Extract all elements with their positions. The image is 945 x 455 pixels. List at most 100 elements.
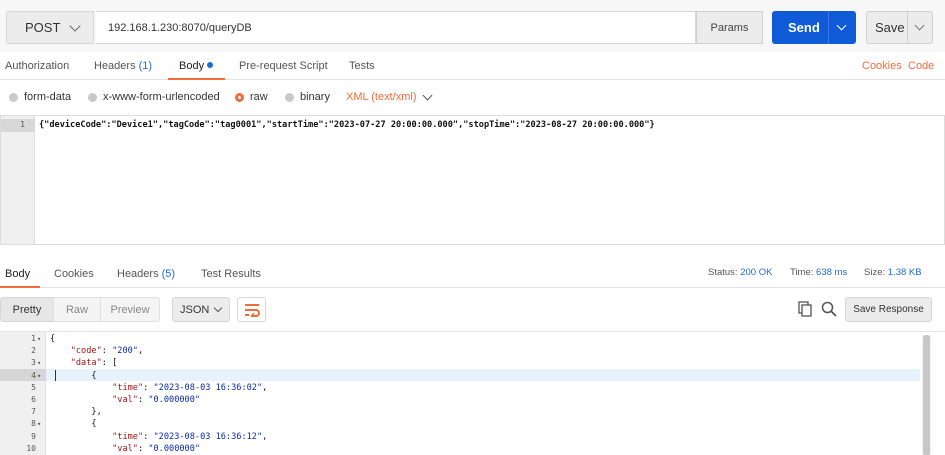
fold-toggle-icon[interactable]: ▾ (37, 418, 41, 430)
code-text: "val": "0.000000" (112, 395, 201, 405)
tab-pre-request-script[interactable]: Pre-request Script (239, 60, 328, 72)
time-value: 638 ms (816, 267, 848, 278)
line-number: 1 (20, 120, 25, 129)
scrollbar-thumb[interactable] (923, 335, 930, 455)
line-number: 2 (31, 346, 36, 356)
tab-body[interactable]: Body (179, 60, 214, 72)
fold-toggle-icon[interactable]: ▾ (37, 370, 41, 382)
response-body-viewer[interactable]: 1 ▾{2 "code": "200", 3 ▾ "data": [4 ▾ {5 "ti… (0, 331, 945, 455)
json-key: "code" (70, 346, 102, 357)
request-body-text[interactable]: {"deviceCode":"Device1","tagCode":"tag00… (39, 119, 655, 132)
tab-authorization[interactable]: Authorization (5, 60, 69, 72)
search-button[interactable] (820, 300, 838, 318)
tab-test-results[interactable]: Test Results (201, 268, 261, 280)
chevron-down-icon (69, 20, 81, 32)
radio-circle-icon (88, 92, 97, 102)
active-tab-indicator (0, 286, 40, 288)
send-divider (828, 11, 829, 44)
fold-toggle-icon[interactable]: ▾ (37, 357, 41, 369)
line-number: 7 (31, 407, 36, 417)
search-icon (821, 301, 837, 317)
body-format-select[interactable]: XML (text/xml) (346, 91, 417, 103)
json-key: "data" (70, 358, 102, 369)
radio-circle-icon (9, 92, 18, 102)
method-label: POST (25, 20, 61, 35)
code-text: "val": "0.000000" (112, 443, 201, 454)
json-key: "time" (112, 431, 144, 442)
radio-label: x-www-form-urlencoded (103, 91, 220, 103)
fold-toggle-icon[interactable]: ▾ (37, 333, 41, 345)
json-value: "2023-08-03 16:36:12", (153, 431, 268, 442)
params-button[interactable]: Params (696, 11, 763, 44)
radio-label: raw (250, 91, 268, 103)
chevron-down-icon[interactable] (914, 20, 925, 31)
code-text: "time": "2023-08-03 16:36:02", (112, 382, 268, 393)
time-label: Time: (790, 267, 814, 278)
response-tabs: Body Cookies Headers (5) Test Results St… (0, 262, 945, 288)
json-value: "0.000000" (148, 443, 201, 454)
tab-body-label: Body (179, 60, 205, 72)
radio-label: form-data (24, 91, 72, 103)
params-label: Params (710, 21, 749, 34)
active-line-highlight (0, 369, 920, 381)
tab-response-cookies[interactable]: Cookies (54, 268, 94, 280)
cookies-link[interactable]: Cookies (862, 60, 902, 72)
json-value: "0.000000" (148, 395, 201, 405)
copy-icon (798, 301, 812, 317)
chevron-down-icon (213, 303, 223, 313)
copy-button[interactable] (796, 300, 814, 318)
json-value: "200", (112, 346, 144, 357)
status-info: Status: 200 OK (708, 267, 772, 278)
json-key: "val" (112, 443, 138, 454)
wrap-lines-icon (244, 303, 260, 317)
save-response-button[interactable]: Save Response (845, 297, 932, 322)
response-format-label: JSON (180, 303, 210, 316)
chevron-down-icon[interactable] (422, 90, 433, 101)
code-text: "time": "2023-08-03 16:36:12", (112, 431, 268, 442)
url-input[interactable]: 192.168.1.230:8070/queryDB (96, 11, 696, 44)
save-divider (907, 12, 908, 43)
json-key: "val" (112, 395, 138, 405)
code-text: "data": [ (70, 358, 118, 369)
request-bar: POST 192.168.1.230:8070/queryDB Params S… (0, 0, 945, 52)
radio-raw[interactable]: raw (235, 91, 268, 103)
tab-response-headers[interactable]: Headers (5) (117, 268, 175, 280)
size-value: 1.38 KB (887, 267, 922, 278)
code-text: "code": "200", (70, 346, 144, 357)
tab-response-headers-label: Headers (117, 268, 159, 280)
tab-headers[interactable]: Headers (1) (94, 60, 152, 72)
headers-count-badge: (5) (161, 268, 176, 280)
send-button[interactable]: Send (772, 11, 856, 44)
tab-response-body[interactable]: Body (5, 268, 30, 280)
line-number: 10 (26, 443, 36, 453)
line-number: 5 (31, 382, 36, 392)
radio-selected-icon (235, 92, 244, 102)
active-tab-indicator (168, 78, 225, 80)
response-toolbar: Pretty Raw Preview JSON Save Response (0, 295, 945, 325)
status-label: Status: (708, 267, 738, 278)
save-label: Save (875, 20, 905, 35)
code-link[interactable]: Code (908, 60, 934, 72)
raw-button[interactable]: Raw (53, 297, 101, 322)
pretty-button[interactable]: Pretty (0, 297, 54, 322)
save-button[interactable]: Save (866, 11, 933, 44)
json-value: "2023-08-03 16:36:02", (153, 382, 268, 393)
wrap-lines-button[interactable] (237, 297, 266, 322)
body-type-row: form-data x-www-form-urlencoded raw bina… (0, 84, 945, 110)
radio-binary[interactable]: binary (285, 91, 330, 103)
request-body-editor[interactable]: 1 {"deviceCode":"Device1","tagCode":"tag… (0, 115, 945, 245)
response-format-select[interactable]: JSON (172, 297, 230, 322)
chevron-down-icon[interactable] (836, 20, 847, 31)
radio-urlencoded[interactable]: x-www-form-urlencoded (88, 91, 220, 103)
send-label: Send (788, 20, 820, 35)
tab-tests[interactable]: Tests (349, 60, 375, 72)
radio-form-data[interactable]: form-data (9, 91, 71, 103)
code-text: { (50, 419, 97, 430)
preview-button[interactable]: Preview (100, 297, 160, 322)
code-text: }, (50, 407, 102, 418)
line-number: 3 (31, 358, 36, 368)
method-select[interactable]: POST (6, 11, 94, 44)
size-label: Size: (864, 267, 886, 278)
radio-label: binary (300, 91, 330, 103)
line-number: 9 (31, 431, 36, 441)
